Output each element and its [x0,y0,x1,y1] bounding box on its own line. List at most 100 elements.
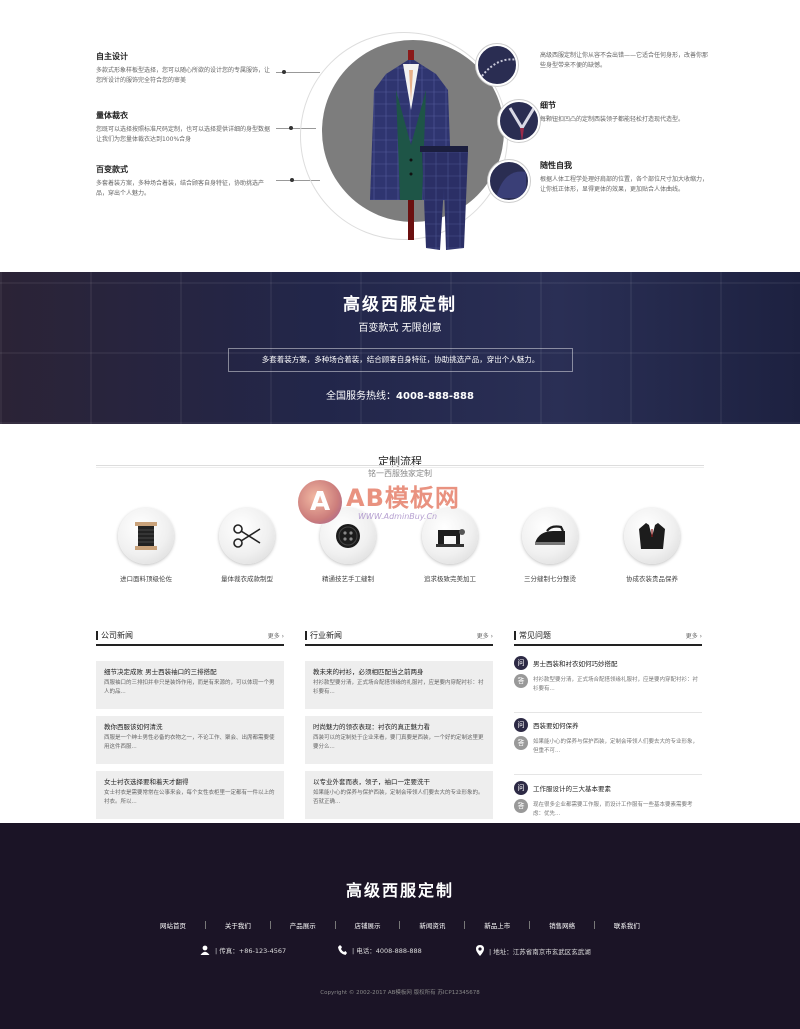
location-pin-icon [476,945,484,956]
feature-title: 随性自我 [540,161,572,170]
news-desc: 衬衫款型要分清，正式场合配搭领缘的礼服衬，应是要内穿配衬衫：衬衫要有... [313,680,484,695]
footer-phone: | 电话：4008-888-888 [338,945,422,955]
news-title[interactable]: 时尚魅力的领衣表现：衬衣的真正魅力看 [313,721,485,731]
footer-nav-home[interactable]: 网站首页 [160,920,186,930]
more-link[interactable]: 更多 › [477,631,493,640]
feature-dot [282,70,286,74]
footer-nav-contact[interactable]: 联系我们 [614,920,640,930]
news-card[interactable]: 教你西服该如何清洗 西服是一个绅士男性必备的衣物之一，不论工作、聚会、出席都需要… [96,716,284,764]
answer-badge: 答 [514,674,528,688]
process-step-label: 量体裁衣成款制型 [221,575,273,583]
column-title: 行业新闻 [310,631,342,640]
footer-nav-about[interactable]: 关于我们 [225,920,251,930]
more-link[interactable]: 更多 › [686,631,702,640]
footer-fax: | 传真：+86-123-4567 [200,945,286,955]
faq-item[interactable]: 问 工作服设计的三大基本要素 答 现在很多企业都需要工作服，而设计工作服有一些基… [514,781,702,821]
detail-thumb-collar [498,100,540,142]
faq-answer-text: 衬衫款型要分清，正式场合配搭领缘礼服衬，应是要内穿配衬衫：衬衫要有... [533,677,699,692]
process-step[interactable]: 三分缝制七分整烫 [520,508,580,583]
answer-badge: 答 [514,799,528,813]
feature-desc: 根据人体工程学处理好肩部的位置，各个部位尺寸加大收缩力，让你抵正体形，显得更体的… [540,176,709,193]
detail-thumb-shoulder [488,160,530,202]
answer-badge: 答 [514,736,528,750]
faq-answer-text: 现在很多企业都需要工作服，而设计工作服有一些基本要素需要考虑：优先... [533,802,693,817]
news-card[interactable]: 女士衬衣选择要和着天才翻得 女士衬衣是需要常常在公事来会，每个女性衣柜里一定都有… [96,771,284,819]
faq-question[interactable]: 问 西装要如何保养 [514,718,702,732]
ab-template-watermark: A AB模板网 WWW.AdminBuy.Cn [298,474,518,544]
scissors-icon [219,508,275,564]
nav-separator [269,921,271,929]
process-step[interactable]: 量体裁衣成款制型 [217,508,277,583]
news-card[interactable]: 教未来的衬衫，必须相匹配当之前两身 衬衫款型要分清，正式场合配搭领缘的礼服衬，应… [305,661,493,709]
process-step[interactable]: 进口面料顶级伦佐 [116,508,176,583]
faq-divider [514,712,702,713]
faq-column: 常见问题 更多 › 问 男士西装和衬衣如何巧妙搭配 答 衬衫款型要分清，正式场合… [514,628,702,817]
process-step-label: 协成衣装贵品保养 [626,575,678,583]
trousers-image [420,146,468,250]
feature-desc: 高级西服定制让你从容不会出错——它适合任何身形，改善你那些身型带来不便的缺憾。 [540,52,709,69]
news-title[interactable]: 教未来的衬衫，必须相匹配当之前两身 [313,666,485,676]
column-header: 常见问题 更多 › [514,628,702,646]
banner-tagline-box: 多套着装方案，多种场合着装，结合顾客自身特征，协助挑选产品，穿出个人魅力。 [228,348,573,372]
news-title[interactable]: 女士衬衣选择要和着天才翻得 [104,776,276,786]
feature-freedom: 随性自我 根据人体工程学处理好肩部的位置，各个部位尺寸加大收缩力，让你抵正体形，… [540,160,710,195]
footer-nav: 网站首页 关于我们 产品展示 店铺展示 新闻资讯 新品上市 销售网络 联系我们 [160,920,640,930]
nav-separator [529,921,531,929]
feature-custom-design: 自主设计 多款式形象样板型选择，您可以随心所欲的设计您的专属服饰，让您所设计的服… [96,51,271,86]
phone-text[interactable]: | 电话：4008-888-888 [352,945,422,955]
faq-item[interactable]: 问 西装要如何保养 答 如果能小心的保养与保护西装，定制会带领人们要去大的专业形… [514,718,702,758]
more-link[interactable]: 更多 › [268,631,284,640]
feature-title: 百变款式 [96,165,128,174]
faq-question-text[interactable]: 男士西装和衬衣如何巧妙搭配 [533,658,618,668]
column-title: 常见问题 [519,631,551,640]
footer-nav-stores[interactable]: 店铺展示 [355,920,381,930]
news-card[interactable]: 时尚魅力的领衣表现：衬衣的真正魅力看 西装可以的定制处于企业来看，要门真要是西装… [305,716,493,764]
process-step-label: 追求极致完美加工 [424,575,476,583]
news-desc: 西装可以的定制处于企业来看，要门真要是西装，一个好的定制这里更要分么... [313,735,484,750]
column-header: 公司新闻 更多 › [96,628,284,646]
banner-hotline: 全国服务热线：4008-888-888 [0,387,800,402]
banner-title: 高级西服定制 [343,295,457,315]
news-card[interactable]: 以专业外套而表，领子，袖口一定要洗干 如果能小心的保养与保护西装，定制会带领人们… [305,771,493,819]
question-badge: 问 [514,718,528,732]
address-text: | 地址：江苏省南京市玄武区玄武湖 [489,947,591,956]
footer-nav-news[interactable]: 新闻资讯 [419,920,445,930]
faq-answer-text: 如果能小心的保养与保护西装，定制会带领人们要去大的专业形象，但重不可... [533,739,699,754]
footer-nav-new-arrivals[interactable]: 新品上市 [484,920,510,930]
hotline-number[interactable]: 4008-888-888 [396,391,474,402]
hotline-label: 全国服务热线： [326,391,397,402]
feature-dot [289,126,293,130]
feature-detail: 细节 每颗钮扣凹凸的定制西装领子都能轻松打造现代造型。 [540,100,710,125]
news-card[interactable]: 细节决定成败 男士西装袖口的三排搭配 西服袖口的三排扣并非只是装饰作用，而是有来… [96,661,284,709]
faq-divider [514,774,702,775]
news-desc: 女士衬衣是需要常常在公事来会，每个女性衣柜里一定都有一件以上的衬衣。所以... [104,790,275,805]
news-title[interactable]: 教你西服该如何清洗 [104,721,276,731]
features-section: 自主设计 多款式形象样板型选择，您可以随心所欲的设计您的专属服饰，让您所设计的服… [0,0,800,272]
faq-question-text[interactable]: 工作服设计的三大基本要素 [533,783,611,793]
question-badge: 问 [514,656,528,670]
faq-question[interactable]: 问 男士西装和衬衣如何巧妙搭配 [514,656,702,670]
watermark-brand: AB模板网 [346,484,460,512]
copyright: Copyright © 2002-2017 AB模板网 版权所有 苏ICP123… [320,990,480,996]
news-desc: 西服是一个绅士男性必备的衣物之一，不论工作、聚会、出席都需要使用这件西服... [104,735,275,750]
faq-question-text[interactable]: 西装要如何保养 [533,720,579,730]
feature-styles: 百变款式 多套着装方案，多种场合着装，结合顾客自身特征，协助挑选产品，穿出个人魅… [96,164,271,199]
process-step-label: 进口面料顶级伦佐 [120,575,172,583]
nav-separator [399,921,401,929]
feature-dot [290,178,294,182]
footer-nav-sales-network[interactable]: 销售网络 [549,920,575,930]
feature-desc: 每颗钮扣凹凸的定制西装领子都能轻松打造现代造型。 [540,116,685,123]
iron-icon [522,508,578,564]
faq-item[interactable]: 问 男士西装和衬衣如何巧妙搭配 答 衬衫款型要分清，正式场合配搭领缘礼服衬，应是… [514,656,702,696]
news-title[interactable]: 细节决定成败 男士西装袖口的三排搭配 [104,666,276,676]
process-step[interactable]: 协成衣装贵品保养 [622,508,682,583]
question-badge: 问 [514,781,528,795]
feature-title: 量体裁衣 [96,111,128,120]
process-step-label: 三分缝制七分整烫 [524,575,576,583]
detail-thumb-buttons [476,44,518,86]
footer-address: | 地址：江苏省南京市玄武区玄武湖 [476,945,591,956]
news-title[interactable]: 以专业外套而表，领子，袖口一定要洗干 [313,776,485,786]
jacket-icon [624,508,680,564]
faq-question[interactable]: 问 工作服设计的三大基本要素 [514,781,702,795]
footer-nav-products[interactable]: 产品展示 [290,920,316,930]
